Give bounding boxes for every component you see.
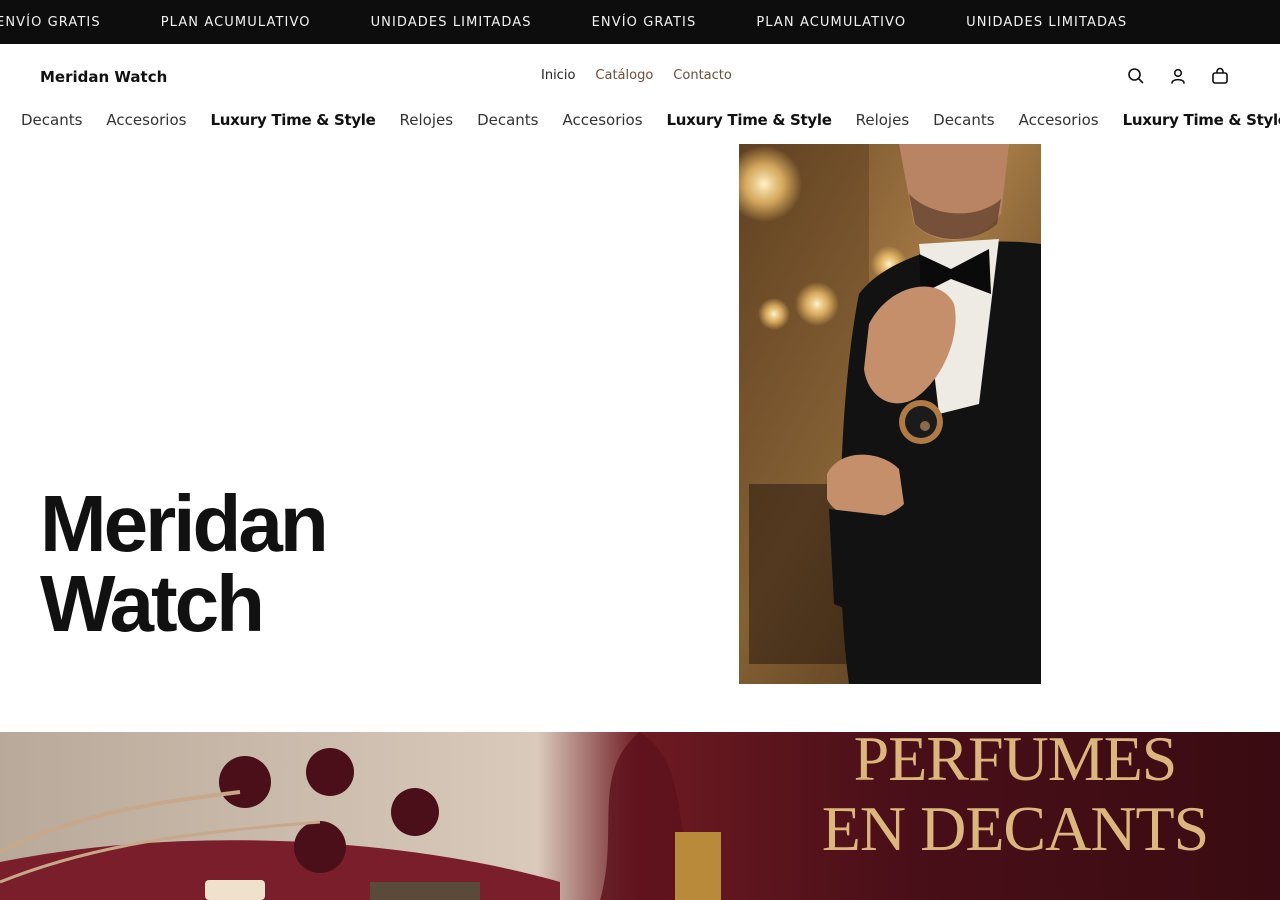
category-link[interactable]: Decants bbox=[21, 111, 82, 129]
category-link[interactable]: Luxury Time & Style bbox=[667, 111, 832, 129]
category-marquee: Decants Accesorios Luxury Time & Style Relo… bbox=[0, 106, 1280, 136]
announcement-message: PLAN ACUMULATIVO bbox=[756, 14, 907, 30]
category-link[interactable]: Luxury Time & Style bbox=[210, 111, 375, 129]
category-link[interactable]: Decants bbox=[933, 111, 994, 129]
search-icon[interactable] bbox=[1126, 66, 1146, 86]
announcement-bar: ENVÍO GRATIS PLAN ACUMULATIVO UNIDADES LIM… bbox=[0, 0, 1280, 44]
hero-section: Meridan Watch bbox=[0, 144, 1280, 732]
account-icon[interactable] bbox=[1168, 66, 1188, 86]
category-link[interactable]: Relojes bbox=[400, 111, 454, 129]
nav-link-catalogo[interactable]: Catálogo bbox=[595, 68, 653, 83]
banner-title-line-2: EN DECANTS bbox=[821, 793, 1209, 864]
announcement-message: ENVÍO GRATIS bbox=[591, 14, 697, 30]
nav-link-contacto[interactable]: Contacto bbox=[673, 68, 732, 83]
hero-image-man-with-watch bbox=[739, 144, 1041, 684]
nav-link-inicio[interactable]: Inicio bbox=[541, 68, 575, 83]
header-icons bbox=[1126, 66, 1230, 86]
banner-title-line-1: PERFUMES bbox=[853, 732, 1178, 794]
category-link[interactable]: Accesorios bbox=[106, 111, 186, 129]
announcement-track: ENVÍO GRATIS PLAN ACUMULATIVO UNIDADES LIM… bbox=[0, 0, 1187, 44]
brand-logo[interactable]: Meridan Watch bbox=[40, 68, 167, 86]
banner-title: PERFUMES EN DECANTS bbox=[805, 732, 1225, 864]
main-nav: Inicio Catálogo Contacto bbox=[541, 68, 732, 83]
category-link[interactable]: Relojes bbox=[856, 111, 910, 129]
category-track: Decants Accesorios Luxury Time & Style Relo… bbox=[21, 106, 1280, 134]
announcement-message: UNIDADES LIMITADAS bbox=[370, 14, 532, 30]
category-link[interactable]: Accesorios bbox=[563, 111, 643, 129]
hero-title-line-1: Meridan bbox=[40, 479, 329, 568]
cart-icon[interactable] bbox=[1210, 66, 1230, 86]
hero-title-line-2: Watch bbox=[40, 559, 265, 648]
category-link[interactable]: Luxury Time & Style bbox=[1123, 111, 1280, 129]
hero-title: Meridan Watch bbox=[40, 484, 329, 644]
site-header: Meridan Watch Inicio Catálogo Contacto bbox=[0, 44, 1280, 108]
announcement-message: ENVÍO GRATIS bbox=[0, 14, 101, 30]
perfume-decants-banner[interactable]: PERFUMES EN DECANTS bbox=[0, 732, 1280, 900]
category-link[interactable]: Accesorios bbox=[1019, 111, 1099, 129]
category-link[interactable]: Decants bbox=[477, 111, 538, 129]
announcement-message: PLAN ACUMULATIVO bbox=[160, 14, 311, 30]
announcement-message: UNIDADES LIMITADAS bbox=[966, 14, 1128, 30]
